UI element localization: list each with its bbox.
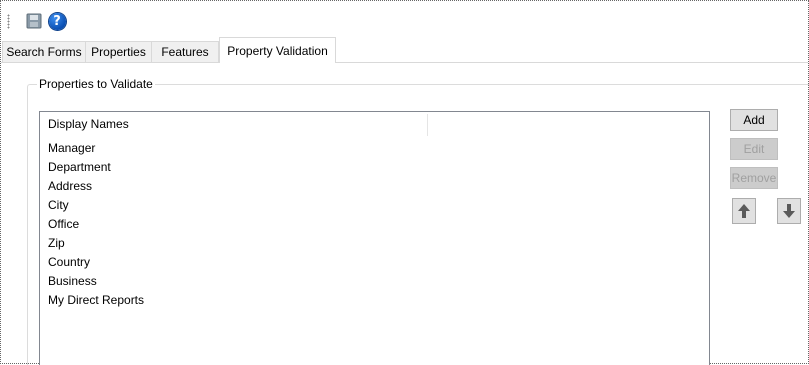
- column-header-display-names[interactable]: Display Names: [40, 112, 427, 136]
- arrow-up-icon: [738, 204, 750, 218]
- groupbox-title: Properties to Validate: [37, 77, 155, 91]
- list-item[interactable]: Zip: [40, 234, 709, 253]
- window-frame: ? Search Forms Properties Features Prope…: [0, 0, 809, 365]
- list-item[interactable]: Department: [40, 158, 709, 177]
- help-button[interactable]: ?: [48, 12, 66, 30]
- list-item[interactable]: My Direct Reports: [40, 291, 709, 310]
- list-item[interactable]: Manager: [40, 139, 709, 158]
- tab-features[interactable]: Features: [151, 41, 219, 62]
- add-button[interactable]: Add: [730, 109, 778, 131]
- toolbar: ?: [1, 1, 808, 37]
- list-item[interactable]: Country: [40, 253, 709, 272]
- list-item[interactable]: City: [40, 196, 709, 215]
- save-button[interactable]: [25, 12, 43, 30]
- tab-properties[interactable]: Properties: [85, 41, 152, 62]
- list-item[interactable]: Business: [40, 272, 709, 291]
- column-header-empty[interactable]: [428, 112, 709, 136]
- properties-list[interactable]: Display Names Manager Department Address…: [39, 111, 710, 365]
- edit-button[interactable]: Edit: [730, 138, 778, 160]
- move-up-button[interactable]: [732, 198, 756, 224]
- tab-search-forms[interactable]: Search Forms: [2, 41, 86, 62]
- save-icon: [26, 13, 42, 29]
- toolbar-grip[interactable]: [7, 14, 10, 29]
- list-header: Display Names: [40, 112, 709, 136]
- list-rows: Manager Department Address City Office Z…: [40, 139, 709, 310]
- help-icon: ?: [48, 12, 66, 30]
- move-down-button[interactable]: [777, 198, 801, 224]
- arrow-down-icon: [783, 204, 795, 218]
- tab-property-validation[interactable]: Property Validation: [219, 37, 336, 63]
- tab-strip: Search Forms Properties Features Propert…: [1, 37, 808, 63]
- list-item[interactable]: Office: [40, 215, 709, 234]
- remove-button[interactable]: Remove: [730, 167, 778, 189]
- list-item[interactable]: Address: [40, 177, 709, 196]
